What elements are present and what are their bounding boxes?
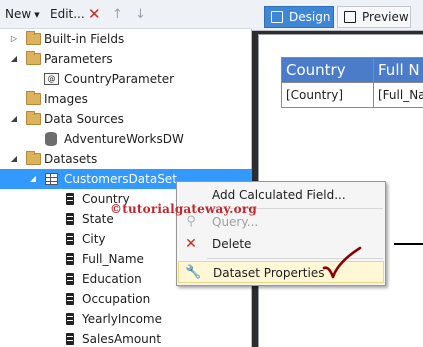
collapse-arrow-icon[interactable]: ◢ — [9, 149, 19, 169]
new-button[interactable]: New ▼ — [5, 0, 40, 29]
move-up-icon[interactable]: ↑ — [112, 0, 123, 29]
designer-tabs: Design Preview — [252, 0, 423, 31]
report-data-toolbar: New ▼ Edit... ✕ ↑ ↓ — [0, 0, 252, 29]
table-header-row: Country Full N — [281, 57, 423, 83]
preview-icon — [344, 11, 356, 23]
delete-icon[interactable]: ✕ — [88, 0, 101, 29]
design-icon — [271, 11, 283, 23]
field-icon — [66, 233, 74, 245]
field-icon — [66, 193, 74, 205]
field-icon — [66, 333, 74, 345]
edit-button[interactable]: Edit... — [50, 0, 85, 29]
field-label: Full_Name — [82, 252, 144, 266]
field-label: YearlyIncome — [82, 312, 162, 326]
parameter-icon: @ — [44, 73, 59, 85]
data-cell-country[interactable]: [Country] — [281, 82, 374, 108]
field-icon — [66, 293, 74, 305]
collapse-arrow-icon[interactable]: ◢ — [9, 109, 19, 129]
expand-arrow-icon[interactable]: ▷ — [9, 29, 19, 49]
tree-item-label: Built-in Fields — [44, 32, 125, 46]
tree-item-label: Parameters — [44, 52, 113, 66]
tree-item-label: CountryParameter — [64, 72, 175, 86]
field-label: Occupation — [82, 292, 151, 306]
checkmark-icon — [322, 246, 362, 279]
report-line — [394, 243, 423, 245]
menu-item-label: Dataset Properties — [213, 266, 325, 280]
collapse-arrow-icon[interactable]: ◢ — [28, 169, 38, 189]
field-icon — [66, 213, 74, 225]
wrench-icon: 🔧 — [185, 265, 202, 280]
data-cell-full-name[interactable]: [Full_Na — [373, 82, 423, 108]
field-label: Education — [82, 272, 142, 286]
header-cell-full-name[interactable]: Full N — [373, 57, 423, 83]
new-dropdown-arrow-icon: ▼ — [34, 11, 40, 19]
field-label: City — [82, 232, 106, 246]
tree-item-countryparameter[interactable]: @ CountryParameter — [0, 69, 252, 89]
field-label: State — [82, 212, 114, 226]
folder-icon — [26, 31, 41, 45]
folder-icon — [26, 91, 41, 105]
menu-item-label: Delete — [212, 237, 252, 251]
folder-icon — [26, 51, 41, 65]
tree-item-images[interactable]: Images — [0, 89, 252, 109]
tree-item-parameters[interactable]: ◢ Parameters — [0, 49, 252, 69]
field-icon — [66, 313, 74, 325]
close-x-icon: ✕ — [185, 236, 197, 252]
tree-item-label: Datasets — [44, 152, 98, 166]
tab-design[interactable]: Design — [264, 6, 334, 28]
tree-item-built-in-fields[interactable]: ▷ Built-in Fields — [0, 29, 252, 49]
tree-item-label: CustomersDataSet — [64, 172, 177, 186]
tree-item-label: Data Sources — [44, 112, 124, 126]
field-item[interactable]: YearlyIncome — [0, 309, 252, 329]
tree-item-data-sources[interactable]: ◢ Data Sources — [0, 109, 252, 129]
tree-item-datasets[interactable]: ◢ Datasets — [0, 149, 252, 169]
field-icon — [66, 273, 74, 285]
field-label: SalesAmount — [82, 332, 162, 346]
query-icon: ⚲ — [186, 214, 196, 229]
collapse-arrow-icon[interactable]: ◢ — [9, 49, 19, 69]
tree-item-adventureworksdw[interactable]: AdventureWorksDW — [0, 129, 252, 149]
dataset-icon — [45, 173, 58, 185]
tab-design-label: Design — [289, 10, 331, 24]
report-data-panel: New ▼ Edit... ✕ ↑ ↓ ▷ Built-in Fields ◢ P… — [0, 0, 252, 347]
folder-icon — [26, 111, 41, 125]
tree-item-label: AdventureWorksDW — [64, 132, 184, 146]
tree-item-label: Images — [44, 92, 88, 106]
tab-preview[interactable]: Preview — [337, 6, 411, 28]
folder-icon — [26, 151, 41, 165]
new-label: New — [5, 7, 32, 21]
field-icon — [66, 253, 74, 265]
table-row: [Country] [Full_Na — [281, 82, 423, 108]
header-cell-country[interactable]: Country — [281, 57, 374, 83]
field-item[interactable]: Occupation — [0, 289, 252, 309]
move-down-icon[interactable]: ↓ — [135, 0, 146, 29]
tab-preview-label: Preview — [362, 10, 409, 24]
field-item[interactable]: SalesAmount — [0, 329, 252, 347]
database-icon — [45, 132, 57, 146]
report-table[interactable]: Country Full N [Country] [Full_Na — [281, 57, 423, 108]
watermark: ©tutorialgateway.org — [110, 202, 257, 216]
report-designer-panel: Design Preview Country Full N [Country] … — [252, 0, 423, 347]
